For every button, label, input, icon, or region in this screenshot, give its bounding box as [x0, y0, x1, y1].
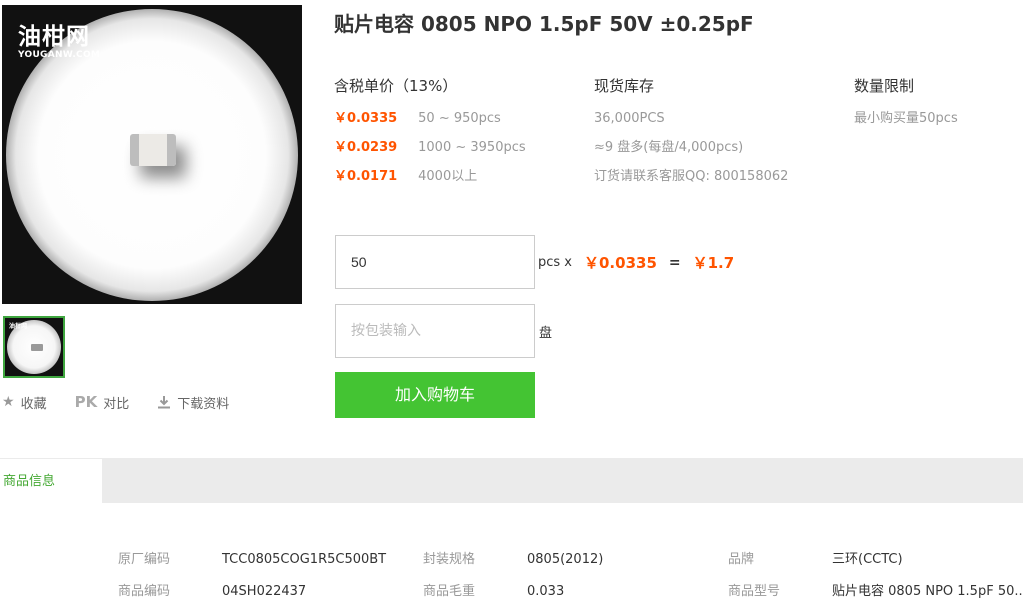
compare-label: 对比 [103, 396, 130, 412]
pk-icon: PK [74, 392, 98, 411]
price-column: 含税单价（13%） ￥0.0335 50 ~ 950pcs ￥0.0239 10… [334, 75, 574, 194]
tab-product-info[interactable]: 商品信息 [0, 458, 102, 503]
tier-price: ￥0.0335 [334, 111, 398, 126]
equals-sign: = [668, 254, 681, 271]
min-purchase: 最小购买量50pcs [854, 111, 958, 126]
compare-button[interactable]: PK 对比 [75, 393, 130, 412]
product-actions: ★ 收藏 PK 对比 下载资料 [2, 393, 257, 412]
tier-range: 50 ~ 950pcs [418, 111, 501, 126]
total-price: ￥1.7 [692, 254, 735, 272]
stock-reels: ≈9 盘多(每盘/4,000pcs) [594, 140, 744, 155]
price-tier: ￥0.0335 50 ~ 950pcs [334, 107, 574, 136]
favorite-button[interactable]: ★ 收藏 [2, 393, 47, 412]
star-icon: ★ [2, 394, 15, 410]
spec-key: 原厂编码 [118, 552, 171, 567]
add-to-cart-button[interactable]: 加入购物车 [335, 372, 535, 418]
spec-value: 贴片电容 0805 NPO 1.5pF 50... [832, 584, 1023, 599]
stock-header: 现货库存 [594, 77, 655, 95]
download-label: 下载资料 [177, 396, 230, 412]
spec-value: TCC0805COG1R5C500BT [222, 552, 387, 567]
thumb-chip [31, 344, 43, 351]
spec-value: 0805(2012) [527, 552, 604, 567]
price-header: 含税单价（13%） [334, 77, 458, 95]
unit-price: ￥0.0335 [584, 254, 657, 272]
tier-range: 4000以上 [418, 169, 478, 184]
detail-tab-bar: 商品信息 [0, 458, 1023, 503]
tier-price: ￥0.0171 [334, 169, 398, 184]
download-icon [157, 395, 171, 409]
price-tier: ￥0.0171 4000以上 [334, 165, 574, 194]
stock-qty: 36,000PCS [594, 111, 665, 126]
product-title: 贴片电容 0805 NPO 1.5pF 50V ±0.25pF [334, 12, 754, 36]
favorite-label: 收藏 [20, 396, 47, 412]
quantity-input[interactable]: 50 [335, 235, 535, 289]
spec-key: 商品型号 [728, 584, 781, 599]
product-thumbnail[interactable]: 油柑网 [3, 316, 65, 378]
limit-header: 数量限制 [854, 77, 915, 95]
reel-quantity-input[interactable]: 按包装输入 [335, 304, 535, 358]
tier-range: 1000 ~ 3950pcs [418, 140, 526, 155]
download-button[interactable]: 下载资料 [157, 393, 229, 412]
spec-key: 商品编码 [118, 584, 171, 599]
reel-unit-label: 盘 [539, 326, 553, 341]
watermark-cn: 油柑网 [18, 24, 90, 50]
spec-key: 商品毛重 [423, 584, 476, 599]
spec-key: 封装规格 [423, 552, 476, 567]
limit-column: 数量限制 最小购买量50pcs [854, 75, 1019, 136]
price-calculation: pcs x ￥0.0335 = ￥1.7 [538, 252, 734, 273]
stock-contact: 订货请联系客服QQ: 800158062 [594, 169, 789, 184]
unit-label: pcs x [538, 255, 572, 270]
product-main-image: 油柑网 YOUGANW.COM [2, 5, 302, 304]
tier-price: ￥0.0239 [334, 140, 398, 155]
watermark-logo: 油柑网 YOUGANW.COM [18, 25, 100, 60]
capacitor-chip [130, 134, 176, 166]
thumb-watermark: 油柑网 [9, 323, 28, 330]
spec-value: 0.033 [527, 584, 565, 599]
spec-value: 04SH022437 [222, 584, 307, 599]
spec-key: 品牌 [728, 552, 755, 567]
stock-column: 现货库存 36,000PCS ≈9 盘多(每盘/4,000pcs) 订货请联系客… [594, 75, 834, 194]
spec-value: 三环(CCTC) [832, 552, 903, 567]
price-tier: ￥0.0239 1000 ~ 3950pcs [334, 136, 574, 165]
watermark-en: YOUGANW.COM [18, 50, 101, 60]
